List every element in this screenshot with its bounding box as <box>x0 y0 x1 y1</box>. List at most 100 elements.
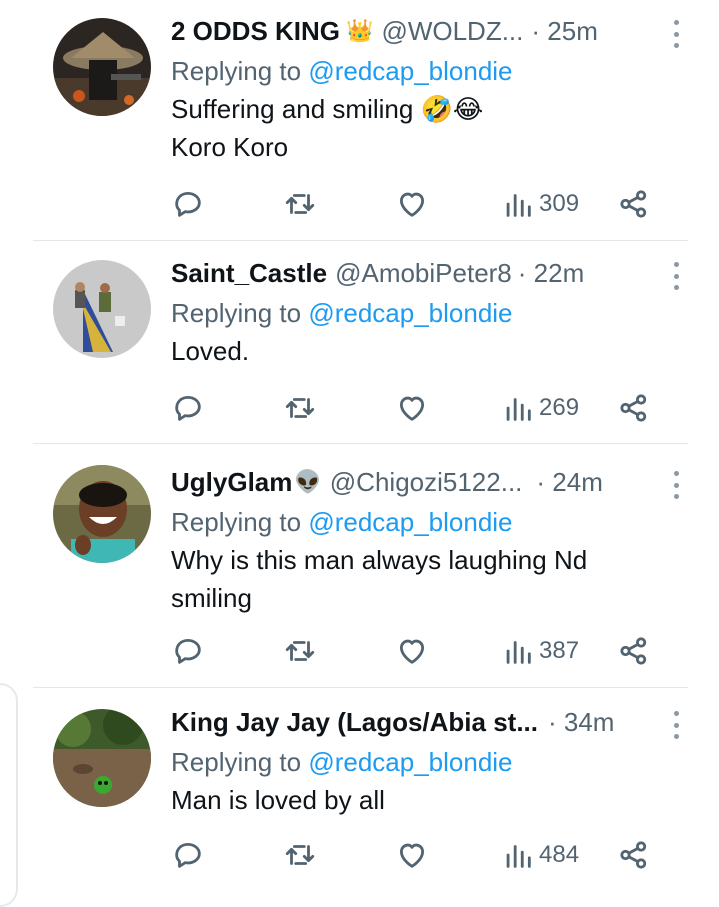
mention-link[interactable]: @redcap_blondie <box>308 507 512 537</box>
reply-button[interactable] <box>171 187 205 221</box>
retweet-button[interactable] <box>283 838 317 872</box>
tweet-header: UglyGlam 👽 @Chigozi5122... · 24m <box>171 461 656 503</box>
replying-prefix: Replying to <box>171 298 309 328</box>
reply-tweet[interactable]: Saint_Castle @AmobiPeter8 · 22m Replying… <box>33 240 688 444</box>
heart-icon <box>399 192 425 217</box>
views-count: 309 <box>539 190 580 217</box>
retweet-button[interactable] <box>283 391 317 425</box>
share-icon <box>620 841 647 869</box>
replying-prefix: Replying to <box>171 747 309 777</box>
more-icon[interactable] <box>666 20 686 48</box>
share-icon <box>620 394 647 422</box>
avatar[interactable] <box>53 709 151 807</box>
partial-overlay-panel <box>0 683 18 907</box>
heart-icon <box>399 396 425 421</box>
crown-emoji: 👑 <box>346 18 374 44</box>
share-button[interactable] <box>617 838 651 872</box>
share-button[interactable] <box>617 634 651 668</box>
reply-tweet[interactable]: King Jay Jay (Lagos/Abia st... · 34m Rep… <box>33 687 688 879</box>
reply-icon <box>175 191 201 217</box>
views-button[interactable]: 484 <box>501 838 579 872</box>
views-button[interactable]: 309 <box>501 187 579 221</box>
reply-icon <box>175 395 201 421</box>
replying-to: Replying to @redcap_blondie <box>171 52 656 90</box>
views-icon <box>506 194 531 217</box>
mention-link[interactable]: @redcap_blondie <box>308 298 512 328</box>
tweet-text-line: Loved. <box>171 336 250 366</box>
tweet-text-line: Koro Koro <box>171 132 289 162</box>
action-bar: 269 <box>171 388 671 428</box>
heart-icon <box>399 843 425 868</box>
reply-icon <box>175 842 201 868</box>
views-count: 387 <box>539 637 580 664</box>
tweet-header: 2 ODDS KING 👑 @WOLDZ... · 25m <box>171 10 656 52</box>
action-bar: 484 <box>171 835 671 875</box>
reply-tweet[interactable]: 2 ODDS KING 👑 @WOLDZ... · 25m Replying t… <box>33 0 688 240</box>
timestamp[interactable]: · 22m <box>518 258 584 289</box>
replying-to: Replying to @redcap_blondie <box>171 743 656 781</box>
more-icon[interactable] <box>666 471 686 499</box>
like-button[interactable] <box>395 634 429 668</box>
reply-tweet[interactable]: UglyGlam 👽 @Chigozi5122... · 24m Replyin… <box>33 443 688 687</box>
action-bar: 309 <box>171 184 671 224</box>
author-name[interactable]: King Jay Jay (Lagos/Abia st... <box>171 707 538 738</box>
timestamp[interactable]: · 34m <box>548 707 614 738</box>
share-icon <box>620 637 647 665</box>
reply-button[interactable] <box>171 838 205 872</box>
replying-to: Replying to @redcap_blondie <box>171 294 656 332</box>
more-icon[interactable] <box>666 711 686 739</box>
retweet-icon <box>285 845 315 865</box>
author-handle[interactable]: @Chigozi5122... <box>330 467 523 498</box>
views-icon <box>506 398 531 421</box>
tweet-header: King Jay Jay (Lagos/Abia st... · 34m <box>171 701 656 743</box>
views-count: 269 <box>539 394 580 421</box>
retweet-icon <box>285 641 315 661</box>
author-name[interactable]: UglyGlam <box>171 467 292 498</box>
like-button[interactable] <box>395 187 429 221</box>
reply-button[interactable] <box>171 634 205 668</box>
author-handle[interactable]: @WOLDZ... <box>381 16 523 47</box>
views-icon <box>506 641 531 664</box>
author-name[interactable]: 2 ODDS KING <box>171 16 340 47</box>
tweet-header: Saint_Castle @AmobiPeter8 · 22m <box>171 252 656 294</box>
views-button[interactable]: 387 <box>501 634 579 668</box>
more-icon[interactable] <box>666 262 686 290</box>
like-button[interactable] <box>395 391 429 425</box>
avatar[interactable] <box>53 465 151 563</box>
mention-link[interactable]: @redcap_blondie <box>308 56 512 86</box>
tweet-text: Loved. <box>171 332 656 370</box>
retweet-button[interactable] <box>283 187 317 221</box>
heart-icon <box>399 639 425 664</box>
action-bar: 387 <box>171 631 671 671</box>
replying-prefix: Replying to <box>171 507 309 537</box>
retweet-icon <box>285 194 315 214</box>
alien-emoji: 👽 <box>294 469 322 495</box>
replies-feed: 2 ODDS KING 👑 @WOLDZ... · 25m Replying t… <box>0 0 719 907</box>
like-button[interactable] <box>395 838 429 872</box>
tweet-text: Man is loved by all <box>171 781 656 819</box>
reply-button[interactable] <box>171 391 205 425</box>
tweet-text-line: Why is this man always laughing Nd <box>171 545 588 575</box>
author-handle[interactable]: @AmobiPeter8 <box>335 258 512 289</box>
tweet-text: Why is this man always laughing Nd smili… <box>171 541 656 617</box>
author-name[interactable]: Saint_Castle <box>171 258 327 289</box>
tweet-text-line: Man is loved by all <box>171 785 385 815</box>
share-button[interactable] <box>617 391 651 425</box>
share-icon <box>620 190 647 218</box>
tweet-text-line: smiling <box>171 583 252 613</box>
views-icon <box>506 845 531 868</box>
share-button[interactable] <box>617 187 651 221</box>
mention-link[interactable]: @redcap_blondie <box>308 747 512 777</box>
timestamp[interactable]: · 24m <box>536 467 602 498</box>
avatar[interactable] <box>53 18 151 116</box>
retweet-button[interactable] <box>283 634 317 668</box>
reply-icon <box>175 638 201 664</box>
views-count: 484 <box>539 841 580 868</box>
replying-to: Replying to @redcap_blondie <box>171 503 656 541</box>
timestamp[interactable]: · 25m <box>531 16 597 47</box>
avatar[interactable] <box>53 260 151 358</box>
tweet-text-line: Suffering and smiling 🤣😂 <box>171 94 484 124</box>
views-button[interactable]: 269 <box>501 391 579 425</box>
retweet-icon <box>285 398 315 418</box>
replying-prefix: Replying to <box>171 56 309 86</box>
